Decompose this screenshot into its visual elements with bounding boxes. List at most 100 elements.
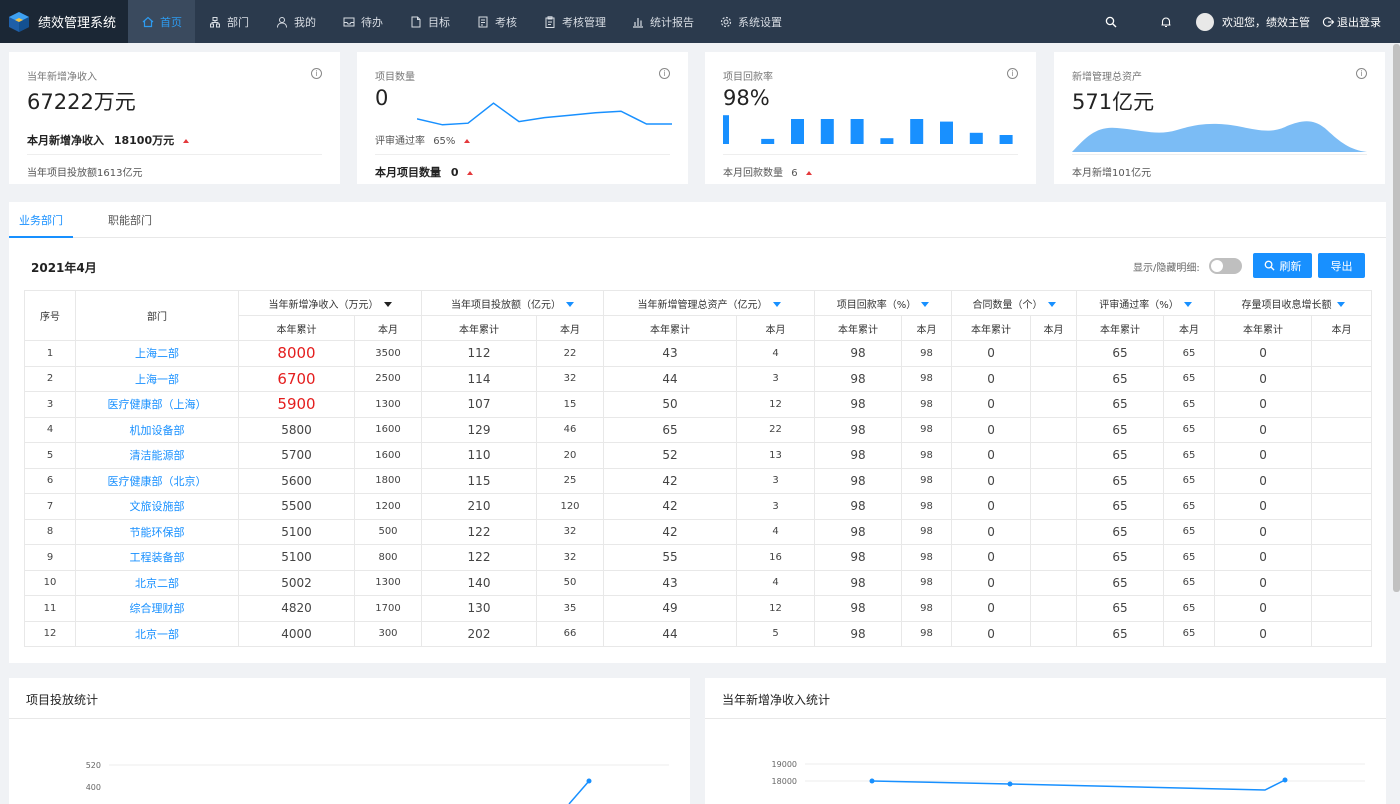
sort-caret-icon[interactable]: [1183, 302, 1192, 307]
cell-dept-link[interactable]: 节能环保部: [75, 518, 239, 545]
cell-month: 12: [736, 391, 815, 418]
cell-dept-link[interactable]: 综合理财部: [75, 595, 239, 622]
cell-dept-link[interactable]: 文旅设施部: [75, 493, 239, 520]
page-scrollbar[interactable]: [1393, 44, 1400, 592]
header-group[interactable]: 评审通过率（%）: [1076, 290, 1216, 316]
export-button[interactable]: 导出: [1318, 253, 1365, 278]
cell-month: [1030, 569, 1078, 596]
cell-year-total: 65: [1076, 544, 1165, 571]
nav-item-mine[interactable]: 我的: [262, 0, 329, 43]
app-logo[interactable]: 绩效管理系统: [0, 0, 128, 43]
header-group[interactable]: 当年新增净收入（万元）: [238, 290, 422, 316]
header-year-total: 本年累计: [1214, 315, 1313, 341]
cell-year-total: 0: [1214, 340, 1313, 367]
nav-item-todo[interactable]: 待办: [329, 0, 396, 43]
cell-month: [1030, 391, 1078, 418]
table-row: 8 节能环保部 5100 500 122 32 42 4 98 98 0 65 65 0: [24, 518, 1373, 545]
cell-month: 3500: [354, 340, 422, 367]
nav-item-department[interactable]: 部门: [195, 0, 262, 43]
sort-caret-icon[interactable]: [1336, 302, 1345, 307]
cell-month: [1030, 620, 1078, 647]
detail-toggle[interactable]: [1209, 258, 1242, 274]
cell-year-total: 122: [421, 518, 537, 545]
cell-dept-link[interactable]: 清洁能源部: [75, 442, 239, 469]
cell-month: 98: [900, 620, 953, 647]
cell-dept-link[interactable]: 上海二部: [75, 340, 239, 367]
header-year-total: 本年累计: [951, 315, 1032, 341]
refresh-button[interactable]: 刷新: [1253, 253, 1312, 278]
cell-year-total: 0: [1214, 391, 1313, 418]
info-icon[interactable]: i: [311, 68, 322, 79]
nav-item-goal[interactable]: 目标: [396, 0, 463, 43]
nav-item-home[interactable]: 首页: [128, 0, 195, 43]
user-menu[interactable]: 欢迎您，绩效主管: [1196, 0, 1310, 43]
card-sub-row: 本月新增净收入 18100万元: [27, 132, 189, 148]
nav-item-system-settings[interactable]: 系统设置: [706, 0, 794, 43]
cell-month: 65: [1163, 544, 1216, 571]
cell-year-total: 98: [814, 620, 902, 647]
tab-functional-dept[interactable]: 职能部门: [95, 202, 165, 238]
cell-dept-link[interactable]: 工程装备部: [75, 544, 239, 571]
cell-month: 46: [536, 416, 604, 443]
card-label: 项目数量: [375, 72, 415, 83]
card-divider: [375, 154, 670, 155]
sort-caret-icon[interactable]: [772, 302, 781, 307]
cell-dept-link[interactable]: 机加设备部: [75, 416, 239, 443]
cell-month: 13: [736, 442, 815, 469]
cell-year-total: 202: [421, 620, 537, 647]
logout-button[interactable]: 退出登录: [1322, 0, 1381, 43]
inbox-icon: [343, 17, 355, 26]
cell-year-total: 65: [1076, 620, 1165, 647]
cell-month: 2500: [354, 365, 422, 392]
nav-label: 待办: [361, 15, 383, 29]
cell-seq: 10: [24, 569, 76, 596]
card-sub-label: 本月新增净收入: [27, 134, 104, 147]
cell-month: 4: [736, 340, 815, 367]
cell-month: 3: [736, 493, 815, 520]
sort-caret-icon[interactable]: [566, 302, 574, 307]
header-group[interactable]: 存量项目收息增长额: [1214, 290, 1373, 316]
card-footer-label: 本月回款数量: [723, 168, 783, 179]
nav-item-assessment[interactable]: 考核: [463, 0, 530, 43]
cell-year-total: 65: [1076, 442, 1165, 469]
header-group[interactable]: 合同数量（个）: [951, 290, 1078, 316]
header-month: 本月: [1030, 315, 1078, 341]
y-tick-label: 18000: [772, 777, 797, 786]
search-button[interactable]: [1105, 0, 1117, 43]
nav-item-assessment-management[interactable]: 考核管理: [530, 0, 618, 43]
info-icon[interactable]: i: [659, 68, 670, 79]
tab-business-dept[interactable]: 业务部门: [9, 202, 73, 238]
card-footer-value: 0: [450, 166, 459, 179]
nav-item-statistics-report[interactable]: 统计报告: [618, 0, 706, 43]
cell-dept-link[interactable]: 北京二部: [75, 569, 239, 596]
cell-month: 32: [536, 365, 604, 392]
cell-dept-link[interactable]: 北京一部: [75, 620, 239, 647]
sort-caret-icon[interactable]: [383, 302, 392, 307]
header-group[interactable]: 当年项目投放额（亿元）: [421, 290, 604, 316]
mini-bar: [969, 132, 983, 144]
cell-dept-link[interactable]: 医疗健康部（北京）: [75, 467, 239, 494]
cell-month: 120: [536, 493, 604, 520]
cell-month: 65: [1163, 416, 1216, 443]
cell-month: [1030, 442, 1078, 469]
header-year-total: 本年累计: [238, 315, 355, 341]
header-group[interactable]: 项目回款率（%）: [813, 290, 953, 316]
cell-dept-link[interactable]: 上海一部: [75, 365, 239, 392]
header-group-label: 存量项目收息增长额: [1241, 299, 1332, 311]
notification-button[interactable]: [1160, 0, 1172, 43]
cell-year-total: 0: [951, 595, 1032, 622]
cell-year-total: 4000: [238, 620, 355, 647]
clipboard-icon: [545, 15, 555, 28]
sort-caret-icon[interactable]: [921, 302, 930, 307]
info-icon[interactable]: i: [1356, 68, 1367, 79]
cell-month: 12: [736, 595, 815, 622]
table-row: 4 机加设备部 5800 1600 129 46 65 22 98 98 0 65 65 0: [24, 416, 1373, 443]
info-icon[interactable]: i: [1007, 68, 1018, 79]
cell-month: 15: [536, 391, 604, 418]
header-group[interactable]: 当年新增管理总资产（亿元）: [603, 290, 815, 316]
cell-year-total: 0: [951, 442, 1032, 469]
cell-dept-link[interactable]: 医疗健康部（上海）: [75, 391, 239, 418]
cell-month: 1800: [354, 467, 422, 494]
cell-seq: 6: [24, 467, 76, 494]
sort-caret-icon[interactable]: [1047, 302, 1056, 307]
